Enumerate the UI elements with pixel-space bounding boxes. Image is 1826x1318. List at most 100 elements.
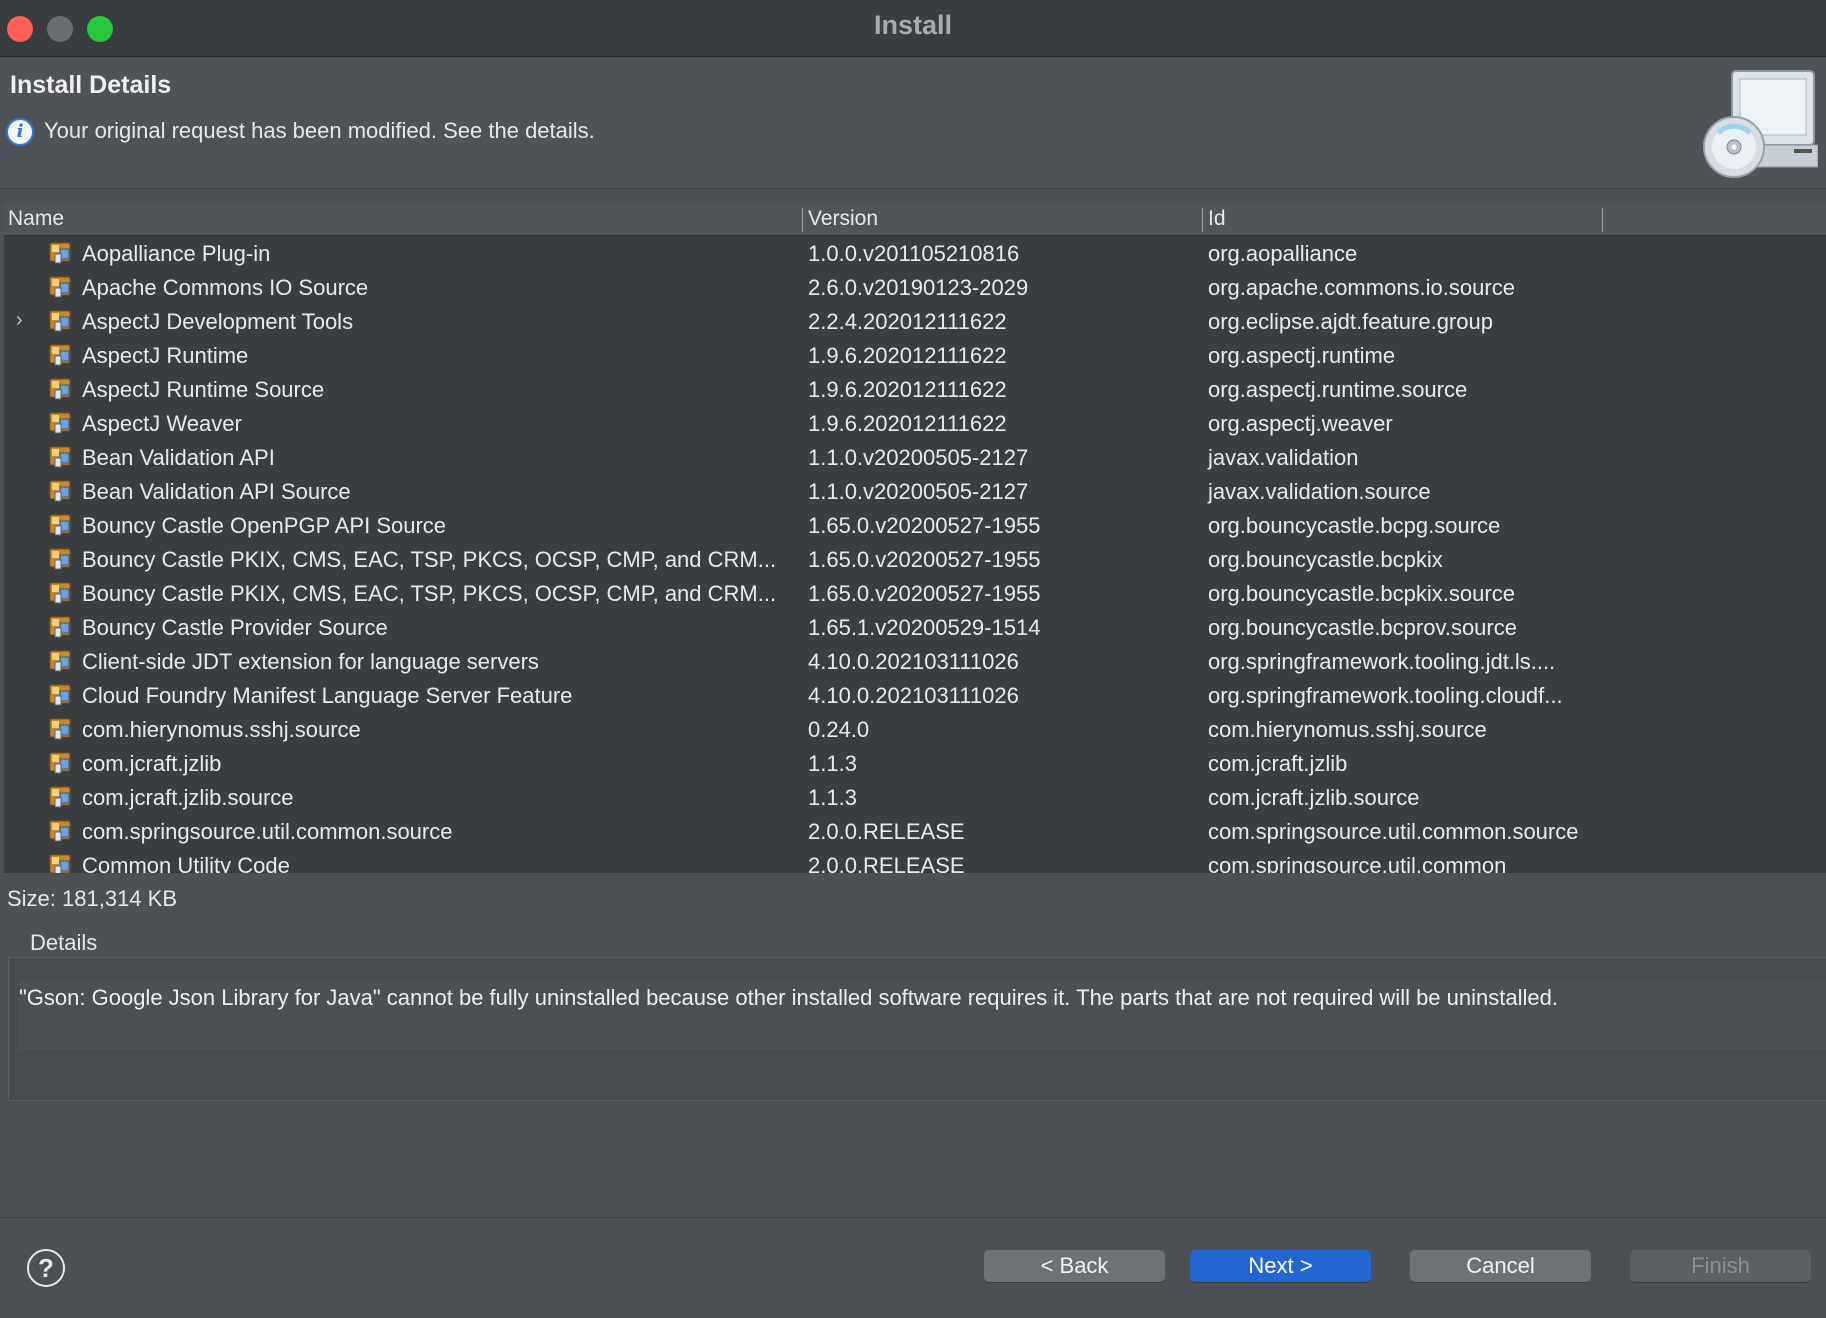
plugin-feature-icon <box>48 750 74 776</box>
cell-id: org.aspectj.weaver <box>1208 411 1393 436</box>
cell-name: Bouncy Castle Provider Source <box>82 615 388 640</box>
cell-name: Bean Validation API Source <box>82 479 351 504</box>
cell-id: javax.validation <box>1208 445 1359 470</box>
plugin-feature-icon <box>48 274 74 300</box>
cell-id: javax.validation.source <box>1208 479 1431 504</box>
table-row[interactable]: Bean Validation API Source 1.1.0.v2020050… <box>4 474 1826 508</box>
column-divider[interactable] <box>1202 208 1203 232</box>
install-details-table[interactable]: Name Version Id Aopalliance Plug-in 1.0.0… <box>4 203 1826 873</box>
cell-name: Bouncy Castle OpenPGP API Source <box>82 513 447 538</box>
cell-version: 1.65.1.v20200529-1514 <box>808 615 1041 640</box>
next-button[interactable]: Next > <box>1190 1250 1371 1282</box>
table-row[interactable]: Cloud Foundry Manifest Language Server F… <box>4 678 1826 712</box>
cell-version: 1.9.6.202012111622 <box>808 343 1007 368</box>
cell-name: AspectJ Runtime <box>82 343 249 368</box>
cell-name: com.springsource.util.common.source <box>82 819 453 844</box>
cell-version: 4.10.0.202103111026 <box>808 683 1019 708</box>
cell-name: AspectJ Runtime Source <box>82 377 325 402</box>
cell-id: com.jcraft.jzlib.source <box>1208 785 1420 810</box>
cell-version: 1.1.3 <box>808 751 857 776</box>
table-row[interactable]: com.springsource.util.common.source 2.0.0… <box>4 814 1826 848</box>
cell-version: 2.2.4.202012111622 <box>808 309 1007 334</box>
cell-version: 0.24.0 <box>808 717 870 742</box>
table-row[interactable]: com.jcraft.jzlib.source 1.1.3 com.jcraft.j… <box>4 780 1826 814</box>
cell-name: AspectJ Development Tools <box>82 309 354 334</box>
column-header-id[interactable]: Id <box>1208 207 1226 231</box>
details-text: "Gson: Google Json Library for Java" can… <box>19 985 1558 1010</box>
cell-name: Bouncy Castle PKIX, CMS, EAC, TSP, PKCS,… <box>82 547 777 572</box>
plugin-feature-icon <box>48 410 74 436</box>
cell-name: AspectJ Weaver <box>82 411 242 436</box>
column-header-name[interactable]: Name <box>8 207 64 231</box>
banner-message: Your original request has been modified.… <box>44 118 595 143</box>
table-row[interactable]: com.jcraft.jzlib 1.1.3 com.jcraft.jzlib <box>4 746 1826 780</box>
back-button[interactable]: < Back <box>984 1250 1165 1282</box>
window-title: Install <box>873 10 953 40</box>
cell-version: 1.1.0.v20200505-2127 <box>808 479 1029 504</box>
cell-name: com.jcraft.jzlib <box>82 751 222 776</box>
cell-name: Cloud Foundry Manifest Language Server F… <box>82 683 573 708</box>
cell-id: org.springframework.tooling.cloudf... <box>1208 683 1563 708</box>
cell-name: com.jcraft.jzlib.source <box>82 785 294 810</box>
cell-version: 1.1.3 <box>808 785 857 810</box>
cell-id: com.springsource.util.common.source <box>1208 819 1579 844</box>
table-row[interactable]: AspectJ Runtime Source 1.9.6.202012111622… <box>4 372 1826 406</box>
cell-name: Common Utility Code <box>82 853 290 873</box>
cell-name: com.hierynomus.sshj.source <box>82 717 361 742</box>
cell-version: 1.1.0.v20200505-2127 <box>808 445 1029 470</box>
cell-name: Aopalliance Plug-in <box>82 241 271 266</box>
cell-name: Bean Validation API <box>82 445 275 470</box>
table-row[interactable]: Bean Validation API 1.1.0.v20200505-2127 j… <box>4 440 1826 474</box>
table-header: Name Version Id <box>4 203 1826 236</box>
plugin-feature-icon <box>48 580 74 606</box>
install-cd-monitor-icon <box>1703 70 1818 178</box>
cell-version: 1.0.0.v201105210816 <box>808 241 1020 266</box>
cell-version: 1.9.6.202012111622 <box>808 411 1007 436</box>
cell-id: org.aspectj.runtime <box>1208 343 1396 368</box>
table-row[interactable]: Bouncy Castle PKIX, CMS, EAC, TSP, PKCS,… <box>4 576 1826 610</box>
cell-name: Client-side JDT extension for language s… <box>82 649 539 674</box>
cell-id: com.springsource.util.common <box>1208 853 1507 873</box>
plugin-feature-icon <box>48 648 74 674</box>
table-row[interactable]: Common Utility Code 2.0.0.RELEASE com.spri… <box>4 848 1826 873</box>
table-row[interactable]: AspectJ Weaver 1.9.6.202012111622 org.aspe… <box>4 406 1826 440</box>
page-title: Install Details <box>10 71 172 99</box>
footer-divider <box>0 1217 1826 1218</box>
cell-version: 1.65.0.v20200527-1955 <box>808 581 1041 606</box>
table-row[interactable]: Aopalliance Plug-in 1.0.0.v201105210816 or… <box>4 236 1826 270</box>
help-icon[interactable]: ? <box>27 1249 65 1287</box>
table-row[interactable]: Bouncy Castle Provider Source 1.65.1.v202… <box>4 610 1826 644</box>
column-header-version[interactable]: Version <box>808 207 878 231</box>
header-banner: Install Details i Your original request … <box>0 57 1826 189</box>
plugin-feature-icon <box>48 240 74 266</box>
table-row[interactable]: Bouncy Castle PKIX, CMS, EAC, TSP, PKCS,… <box>4 542 1826 576</box>
column-divider[interactable] <box>802 208 803 232</box>
chevron-right-icon[interactable]: › <box>16 309 23 332</box>
cell-version: 4.10.0.202103111026 <box>808 649 1019 674</box>
cell-id: com.hierynomus.sshj.source <box>1208 717 1487 742</box>
column-divider[interactable] <box>1602 208 1603 232</box>
cell-id: org.aopalliance <box>1208 241 1358 266</box>
table-row[interactable]: › AspectJ Development Tools 2.2.4.20201211… <box>4 304 1826 338</box>
cell-id: org.bouncycastle.bcprov.source <box>1208 615 1517 640</box>
cell-id: org.bouncycastle.bcpg.source <box>1208 513 1501 538</box>
cancel-button[interactable]: Cancel <box>1410 1250 1591 1282</box>
table-row[interactable]: Apache Commons IO Source 2.6.0.v20190123-… <box>4 270 1826 304</box>
cell-id: org.bouncycastle.bcpkix <box>1208 547 1443 572</box>
table-row[interactable]: Bouncy Castle OpenPGP API Source 1.65.0.v… <box>4 508 1826 542</box>
total-size: Size: 181,314 KB <box>7 886 178 911</box>
cell-name: Apache Commons IO Source <box>82 275 369 300</box>
title-bar: Install <box>0 0 1826 57</box>
plugin-feature-icon <box>48 376 74 402</box>
plugin-feature-icon <box>48 444 74 470</box>
plugin-feature-icon <box>48 852 74 873</box>
table-row[interactable]: com.hierynomus.sshj.source 0.24.0 com.hier… <box>4 712 1826 746</box>
cell-id: org.bouncycastle.bcpkix.source <box>1208 581 1515 606</box>
table-row[interactable]: Client-side JDT extension for language s… <box>4 644 1826 678</box>
details-box[interactable]: "Gson: Google Json Library for Java" can… <box>8 957 1826 1101</box>
cell-version: 1.9.6.202012111622 <box>808 377 1007 402</box>
table-row[interactable]: AspectJ Runtime 1.9.6.202012111622 org.asp… <box>4 338 1826 372</box>
cell-id: org.apache.commons.io.source <box>1208 275 1515 300</box>
details-label: Details <box>30 930 98 955</box>
finish-button: Finish <box>1630 1250 1811 1282</box>
